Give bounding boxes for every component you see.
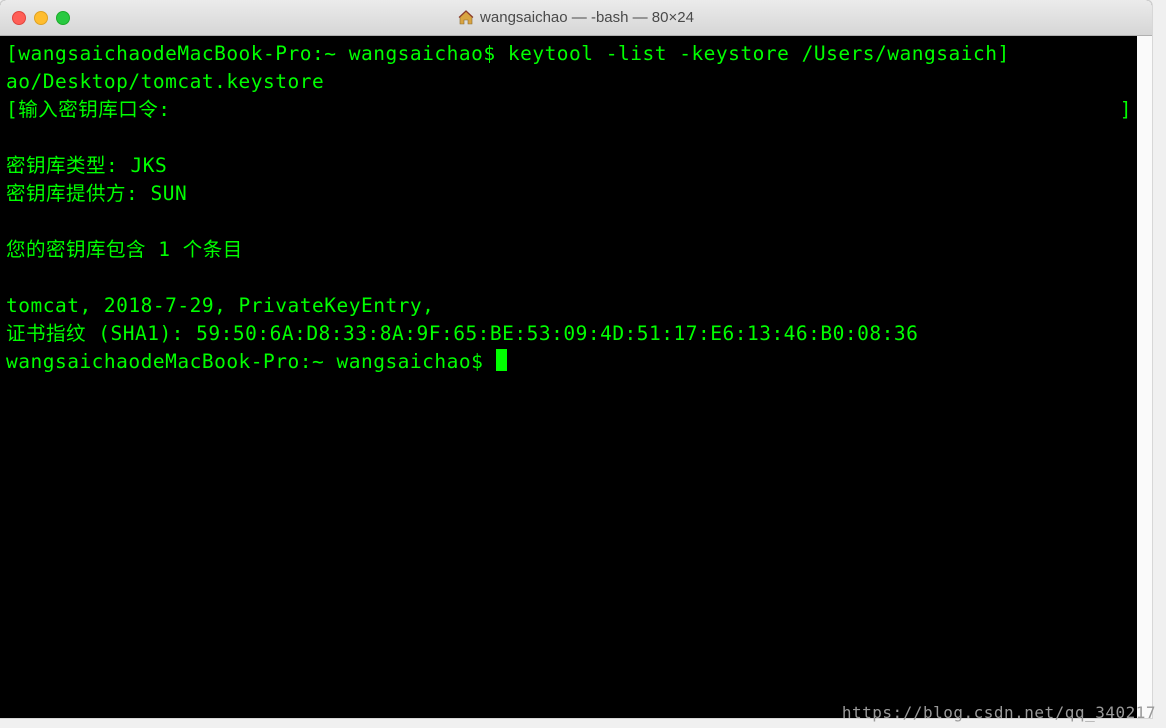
terminal-text — [6, 208, 1146, 236]
window-title: wangsaichao — -bash — 80×24 — [480, 9, 694, 26]
terminal-body[interactable]: [wangsaichaodeMacBook-Pro:~ wangsaichao$… — [0, 36, 1152, 718]
terminal-text: tomcat, 2018-7-29, PrivateKeyEntry, — [6, 292, 1146, 320]
terminal-text: [wangsaichaodeMacBook-Pro:~ wangsaichao$ — [6, 42, 508, 65]
terminal-text: [输入密钥库口令: — [6, 96, 170, 124]
terminal-text: 证书指纹 (SHA1): 59:50:6A:D8:33:8A:9F:65:BE:… — [6, 320, 1146, 348]
close-button[interactable] — [12, 11, 26, 25]
watermark-text: https://blog.csdn.net/qq_340217 — [842, 703, 1156, 722]
traffic-lights — [12, 11, 70, 25]
maximize-button[interactable] — [56, 11, 70, 25]
terminal-text — [6, 264, 1146, 292]
terminal-window: wangsaichao — -bash — 80×24 [wangsaichao… — [0, 0, 1152, 718]
minimize-button[interactable] — [34, 11, 48, 25]
terminal-text: keytool -list -keystore /Users/wangsaich… — [508, 42, 1010, 65]
terminal-text: 您的密钥库包含 1 个条目 — [6, 236, 1146, 264]
window-title-wrap: wangsaichao — -bash — 80×24 — [0, 9, 1152, 26]
cursor — [496, 349, 507, 371]
terminal-text: 密钥库类型: JKS — [6, 152, 1146, 180]
terminal-text: ] — [1120, 96, 1132, 124]
titlebar[interactable]: wangsaichao — -bash — 80×24 — [0, 0, 1152, 36]
terminal-text: ao/Desktop/tomcat.keystore — [6, 68, 1146, 96]
terminal-text — [6, 124, 1146, 152]
home-icon — [458, 10, 474, 26]
terminal-prompt: wangsaichaodeMacBook-Pro:~ wangsaichao$ — [6, 350, 496, 373]
terminal-text: 密钥库提供方: SUN — [6, 180, 1146, 208]
scrollbar-vertical[interactable] — [1137, 36, 1152, 718]
